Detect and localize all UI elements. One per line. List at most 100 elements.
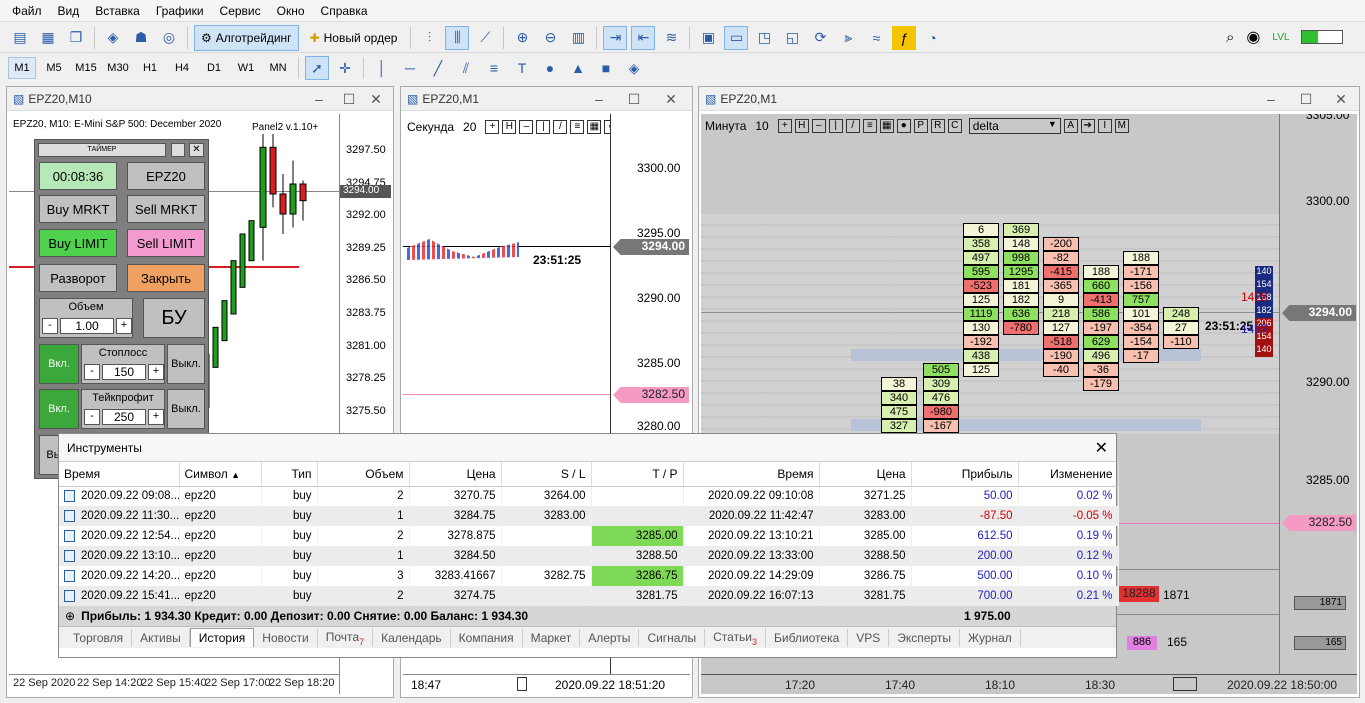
- volume-minus-button[interactable]: -: [42, 318, 58, 334]
- mode-value[interactable]: 20: [463, 120, 476, 134]
- close-icon[interactable]: ✕: [1329, 87, 1353, 111]
- close-icon[interactable]: ✕: [1095, 438, 1108, 458]
- col-header-open-time[interactable]: Время: [59, 462, 180, 487]
- minimize-icon[interactable]: –: [587, 87, 611, 111]
- tab-market[interactable]: Маркет: [523, 628, 581, 647]
- volume-plus-button[interactable]: +: [116, 318, 132, 334]
- list-icon[interactable]: ≡: [570, 120, 585, 134]
- add-icon[interactable]: +: [485, 120, 500, 134]
- scroll-marker[interactable]: [517, 677, 527, 691]
- col-header-profit[interactable]: Прибыль: [911, 462, 1019, 487]
- maximize-icon[interactable]: ☐: [1294, 87, 1318, 111]
- account-icon[interactable]: ◉: [1246, 27, 1260, 47]
- buy-market-button[interactable]: Buy MRKT: [39, 195, 117, 223]
- refresh-icon[interactable]: ⟳: [808, 26, 832, 50]
- chart-shift-icon[interactable]: ⇤: [631, 25, 656, 50]
- horizontal-line-icon[interactable]: ─: [398, 56, 422, 80]
- sell-market-button[interactable]: Sell MRKT: [127, 195, 205, 223]
- vertical-line-icon[interactable]: │: [370, 56, 394, 80]
- maximize-icon[interactable]: ☐: [622, 87, 646, 111]
- fibonacci-icon[interactable]: ≡: [482, 56, 506, 80]
- maximize-icon[interactable]: ☐: [337, 87, 361, 111]
- mode-label[interactable]: Секунда: [407, 120, 454, 134]
- trendline-icon[interactable]: ╱: [426, 56, 450, 80]
- equidistant-channel-icon[interactable]: ⫽: [454, 56, 478, 80]
- timeframe-h1[interactable]: H1: [136, 57, 164, 79]
- tab-trade[interactable]: Торговля: [65, 628, 133, 647]
- col-header-change[interactable]: Изменение: [1018, 462, 1119, 487]
- grid-icon[interactable]: ≋: [659, 26, 683, 50]
- ellipse-icon[interactable]: ●: [538, 56, 562, 80]
- navigator-icon[interactable]: ☗: [129, 26, 153, 50]
- tab-calendar[interactable]: Календарь: [373, 628, 451, 647]
- panel-minimize-icon[interactable]: [171, 143, 185, 157]
- grid-small-icon[interactable]: ▦: [587, 120, 602, 134]
- tab-code-base[interactable]: Библиотека: [766, 628, 849, 647]
- timeframe-m30[interactable]: M30: [104, 57, 132, 79]
- menu-insert[interactable]: Вставка: [87, 0, 148, 22]
- shapes-icon[interactable]: ◈: [622, 56, 646, 80]
- sell-limit-button[interactable]: Sell LIMIT: [127, 229, 205, 257]
- col-header-price[interactable]: Цена: [409, 462, 502, 487]
- timeframe-m1[interactable]: M1: [8, 57, 36, 79]
- bar-chart-icon[interactable]: ⫶: [417, 26, 441, 50]
- new-order-button[interactable]: ✚ Новый ордер: [303, 25, 405, 51]
- data-window-icon[interactable]: ▣: [696, 26, 720, 50]
- takeprofit-minus-button[interactable]: -: [84, 409, 100, 425]
- toolbox-icon[interactable]: ▭: [724, 25, 749, 50]
- tab-signals[interactable]: Сигналы: [639, 628, 706, 647]
- bar-icon[interactable]: |: [536, 120, 551, 134]
- menu-tools[interactable]: Сервис: [212, 0, 269, 22]
- timeframe-mn[interactable]: MN: [264, 57, 292, 79]
- panel-close-icon[interactable]: ✕: [189, 143, 204, 157]
- periods-icon[interactable]: ◱: [780, 26, 804, 50]
- menu-window[interactable]: Окно: [269, 0, 313, 22]
- timeframe-w1[interactable]: W1: [232, 57, 260, 79]
- scroll-marker[interactable]: [1173, 677, 1197, 691]
- stoploss-minus-button[interactable]: -: [84, 364, 100, 380]
- line-chart-icon[interactable]: ⟋: [473, 26, 497, 50]
- tab-articles[interactable]: Статьи3: [705, 628, 767, 647]
- profiles-icon[interactable]: ▦: [36, 26, 60, 50]
- h-icon[interactable]: H: [502, 120, 517, 134]
- stoploss-plus-button[interactable]: +: [148, 364, 164, 380]
- market-watch-icon[interactable]: ◈: [101, 26, 125, 50]
- tab-journal[interactable]: Журнал: [960, 628, 1021, 647]
- zoom-in-icon[interactable]: ⊕: [510, 26, 534, 50]
- minimize-icon[interactable]: –: [1259, 87, 1283, 111]
- candle-chart-icon[interactable]: ⫼: [445, 25, 470, 50]
- stoploss-off-button[interactable]: Выкл.: [167, 344, 205, 384]
- rectangle-icon[interactable]: ■: [594, 56, 618, 80]
- triangle-icon[interactable]: ▲: [566, 56, 590, 80]
- table-row[interactable]: 2020.09.22 15:41... epz20 buy 2 3274.75 3281.…: [59, 586, 1119, 606]
- tab-alerts[interactable]: Алерты: [580, 628, 640, 647]
- crosshair-icon[interactable]: ✛: [333, 56, 357, 80]
- signal-icon[interactable]: ◎: [157, 26, 181, 50]
- zoom-out-icon[interactable]: ⊖: [538, 26, 562, 50]
- indicators-icon[interactable]: ≈: [864, 26, 888, 50]
- col-header-tp[interactable]: T / P: [591, 462, 684, 487]
- table-row[interactable]: 2020.09.22 09:08... epz20 buy 2 3270.75 3264.…: [59, 486, 1119, 506]
- table-row[interactable]: 2020.09.22 12:54... epz20 buy 2 3278.875 3285…: [59, 526, 1119, 546]
- timeframe-d1[interactable]: D1: [200, 57, 228, 79]
- draw-icon[interactable]: /: [553, 120, 568, 134]
- table-row[interactable]: 2020.09.22 14:20... epz20 buy 3 3283.41667 32…: [59, 566, 1119, 586]
- menu-help[interactable]: Справка: [313, 0, 376, 22]
- table-row[interactable]: 2020.09.22 13:10... epz20 buy 1 3284.50 3288.…: [59, 546, 1119, 566]
- reverse-button[interactable]: Разворот: [39, 264, 117, 292]
- text-icon[interactable]: T: [510, 56, 534, 80]
- menu-charts[interactable]: Графики: [148, 0, 212, 22]
- takeprofit-on-button[interactable]: Вкл.: [39, 389, 79, 429]
- tab-experts[interactable]: Эксперты: [889, 628, 961, 647]
- col-header-type[interactable]: Тип: [261, 462, 318, 487]
- algo-trading-button[interactable]: ⚙ Алготрейдинг: [194, 24, 299, 51]
- tab-mailbox[interactable]: Почта7: [318, 628, 374, 647]
- close-icon[interactable]: ✕: [659, 87, 683, 111]
- timeframe-m15[interactable]: M15: [72, 57, 100, 79]
- minimize-icon[interactable]: –: [307, 87, 331, 111]
- timeframe-m5[interactable]: M5: [40, 57, 68, 79]
- col-header-symbol[interactable]: Символ ▲: [179, 462, 262, 487]
- search-icon[interactable]: ⌕: [1226, 29, 1234, 46]
- templates-icon[interactable]: ❐: [64, 26, 88, 50]
- expand-icon[interactable]: ⊕: [65, 609, 75, 623]
